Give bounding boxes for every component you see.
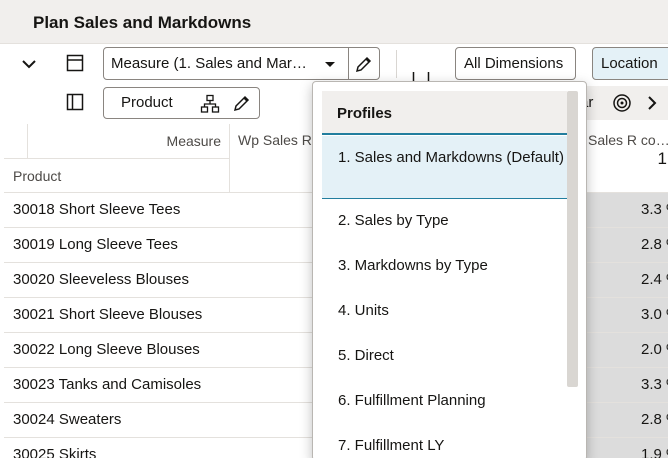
table-cell[interactable]: 2.8 % [580, 403, 668, 437]
profiles-dropdown: Profiles 1. Sales and Markdowns (Default… [312, 81, 587, 458]
table-layout-icon[interactable] [64, 52, 86, 74]
product-select-value: Product [121, 94, 173, 111]
grid-corner [4, 124, 28, 159]
select-divider [348, 48, 349, 79]
table-cell[interactable]: 3.0 % [580, 298, 668, 332]
pencil-icon[interactable] [354, 54, 374, 79]
row-label: 30025 Skirts [13, 446, 97, 458]
product-dimension-select[interactable]: Product [103, 87, 260, 119]
measure-select-value: Measure (1. Sales and Mar… [111, 55, 307, 72]
title-bar: Plan Sales and Markdowns [0, 0, 668, 44]
row-label: 30021 Short Sleeve Blouses [13, 306, 203, 323]
view-toolbar: ar [574, 86, 668, 120]
row-label: 30020 Sleeveless Blouses [13, 271, 189, 288]
chevron-right-icon[interactable] [646, 93, 658, 118]
cell-value: 2.0 % [641, 341, 668, 358]
hierarchy-icon[interactable] [200, 94, 220, 119]
profile-option[interactable]: 4. Units [322, 302, 567, 322]
cell-value: 3.3 % [641, 376, 668, 393]
collapse-chevron-icon[interactable] [17, 54, 41, 74]
cell-value: 3.3 % [641, 201, 668, 218]
target-icon[interactable] [612, 93, 632, 118]
column-header-sub: 1 [657, 149, 667, 168]
profile-option[interactable]: 3. Markdowns by Type [322, 257, 567, 277]
cell-value: 3.0 % [641, 306, 668, 323]
product-axis-label: Product [4, 159, 230, 193]
profile-option[interactable]: 6. Fulfillment Planning [322, 392, 567, 412]
column-header-label: Sales R co… [588, 132, 668, 148]
all-dimensions-button[interactable]: All Dimensions [455, 47, 576, 80]
profile-option[interactable]: 5. Direct [322, 347, 567, 367]
side-panel-icon[interactable] [64, 91, 86, 113]
measure-axis-label: Measure [28, 124, 230, 159]
caret-down-icon[interactable] [318, 56, 342, 72]
table-cell[interactable]: 1.9 % [580, 438, 668, 458]
row-label: 30019 Long Sleeve Tees [13, 236, 178, 253]
pencil-icon[interactable] [232, 93, 252, 118]
profiles-header-label: Profiles [337, 105, 393, 122]
page-title: Plan Sales and Markdowns [33, 13, 252, 32]
row-label: 30023 Tanks and Camisoles [13, 376, 202, 393]
cell-value: 2.8 % [641, 236, 668, 253]
dropdown-scrollbar[interactable] [567, 91, 578, 387]
profile-option[interactable]: 7. Fulfillment LY [322, 437, 567, 457]
table-cell[interactable]: 2.8 % [580, 228, 668, 262]
location-button[interactable]: Location [592, 47, 668, 80]
measure-profile-select[interactable]: Measure (1. Sales and Mar… [103, 47, 380, 80]
profile-option[interactable]: 1. Sales and Markdowns (Default) [322, 136, 567, 199]
row-label: 30024 Sweaters [13, 411, 122, 428]
cell-value: 2.4 % [641, 271, 668, 288]
toolbar-divider [396, 50, 397, 78]
table-cell[interactable]: 2.0 % [580, 333, 668, 367]
row-label: 30022 Long Sleeve Blouses [13, 341, 200, 358]
profiles-header: Profiles [322, 91, 567, 135]
column-header[interactable]: Sales R co… 1 [580, 124, 668, 193]
profile-option[interactable]: 2. Sales by Type [322, 212, 567, 232]
cell-value: 2.8 % [641, 411, 668, 428]
cell-value: 1.9 % [641, 446, 668, 458]
table-cell[interactable]: 3.3 % [580, 368, 668, 402]
table-cell[interactable]: 2.4 % [580, 263, 668, 297]
table-cell[interactable]: 3.3 % [580, 193, 668, 227]
row-label: 30018 Short Sleeve Tees [13, 201, 181, 218]
